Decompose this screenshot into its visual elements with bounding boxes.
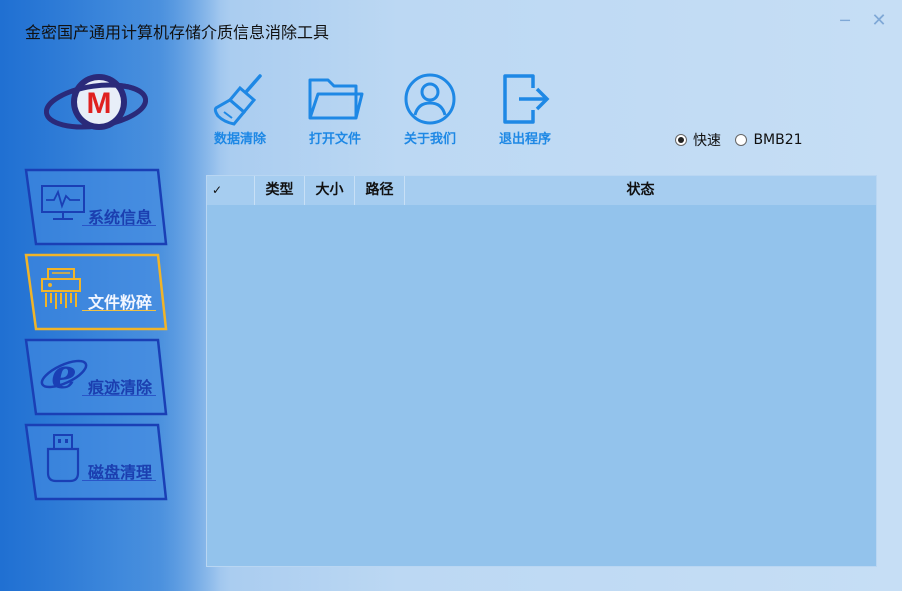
sidebar-item-system-info[interactable]: 系统信息 bbox=[22, 168, 168, 246]
column-header-size[interactable]: 大小 bbox=[305, 176, 355, 205]
folder-icon bbox=[308, 78, 364, 120]
wipe-mode-group: 快速 BMB21 bbox=[675, 130, 813, 150]
radio-fast[interactable]: 快速 bbox=[675, 130, 721, 150]
sidebar-item-underline bbox=[82, 225, 156, 226]
app-window: 金密国产通用计算机存储介质信息消除工具 ─ ✕ M 系统信息 文件粉碎 e 痕迹… bbox=[0, 0, 902, 591]
broom-icon bbox=[213, 74, 262, 126]
file-table[interactable]: ✓ 类型 大小 路径 状态 bbox=[206, 175, 877, 567]
exit-button[interactable]: 退出程序 bbox=[485, 72, 565, 148]
column-header-type[interactable]: 类型 bbox=[255, 176, 305, 205]
sidebar-item-file-shred[interactable]: 文件粉碎 bbox=[22, 253, 168, 331]
app-logo: M bbox=[44, 74, 148, 130]
sidebar-item-trace-clear[interactable]: e 痕迹清除 bbox=[22, 338, 168, 416]
monitor-icon bbox=[41, 185, 85, 220]
column-header-check[interactable]: ✓ bbox=[207, 176, 255, 205]
data-clear-button[interactable]: 数据清除 bbox=[200, 72, 280, 148]
open-file-button[interactable]: 打开文件 bbox=[295, 72, 375, 148]
ie-browser-icon: e bbox=[40, 351, 88, 398]
user-icon bbox=[404, 73, 456, 125]
radio-label: 快速 bbox=[693, 133, 721, 149]
toolbar-label: 退出程序 bbox=[498, 132, 551, 147]
shredder-icon bbox=[41, 268, 81, 309]
radio-label: BMB21 bbox=[753, 132, 803, 148]
column-header-status[interactable]: 状态 bbox=[405, 176, 876, 205]
exit-icon bbox=[503, 74, 550, 124]
toolbar-label: 关于我们 bbox=[403, 132, 456, 147]
radio-bmb21[interactable]: BMB21 bbox=[735, 132, 803, 148]
sidebar-item-underline bbox=[82, 395, 156, 396]
logo-letter: M bbox=[87, 87, 112, 120]
radio-dot[interactable] bbox=[675, 134, 687, 146]
toolbar-label: 打开文件 bbox=[308, 132, 361, 147]
radio-dot[interactable] bbox=[735, 134, 748, 146]
sidebar-item-underline bbox=[82, 310, 156, 311]
window-title: 金密国产通用计算机存储介质信息消除工具 bbox=[25, 23, 330, 42]
about-us-button[interactable]: 关于我们 bbox=[390, 72, 470, 148]
toolbar-label: 数据清除 bbox=[213, 132, 266, 147]
usb-drive-icon bbox=[46, 434, 80, 483]
sidebar-item-disk-clean[interactable]: 磁盘清理 bbox=[22, 423, 168, 501]
close-button[interactable]: ✕ bbox=[868, 10, 890, 32]
sidebar-item-underline bbox=[82, 480, 156, 481]
column-header-path[interactable]: 路径 bbox=[355, 176, 405, 205]
table-header: ✓ 类型 大小 路径 状态 bbox=[207, 176, 876, 205]
svg-text:e: e bbox=[51, 351, 76, 398]
minimize-button[interactable]: ─ bbox=[834, 10, 856, 32]
